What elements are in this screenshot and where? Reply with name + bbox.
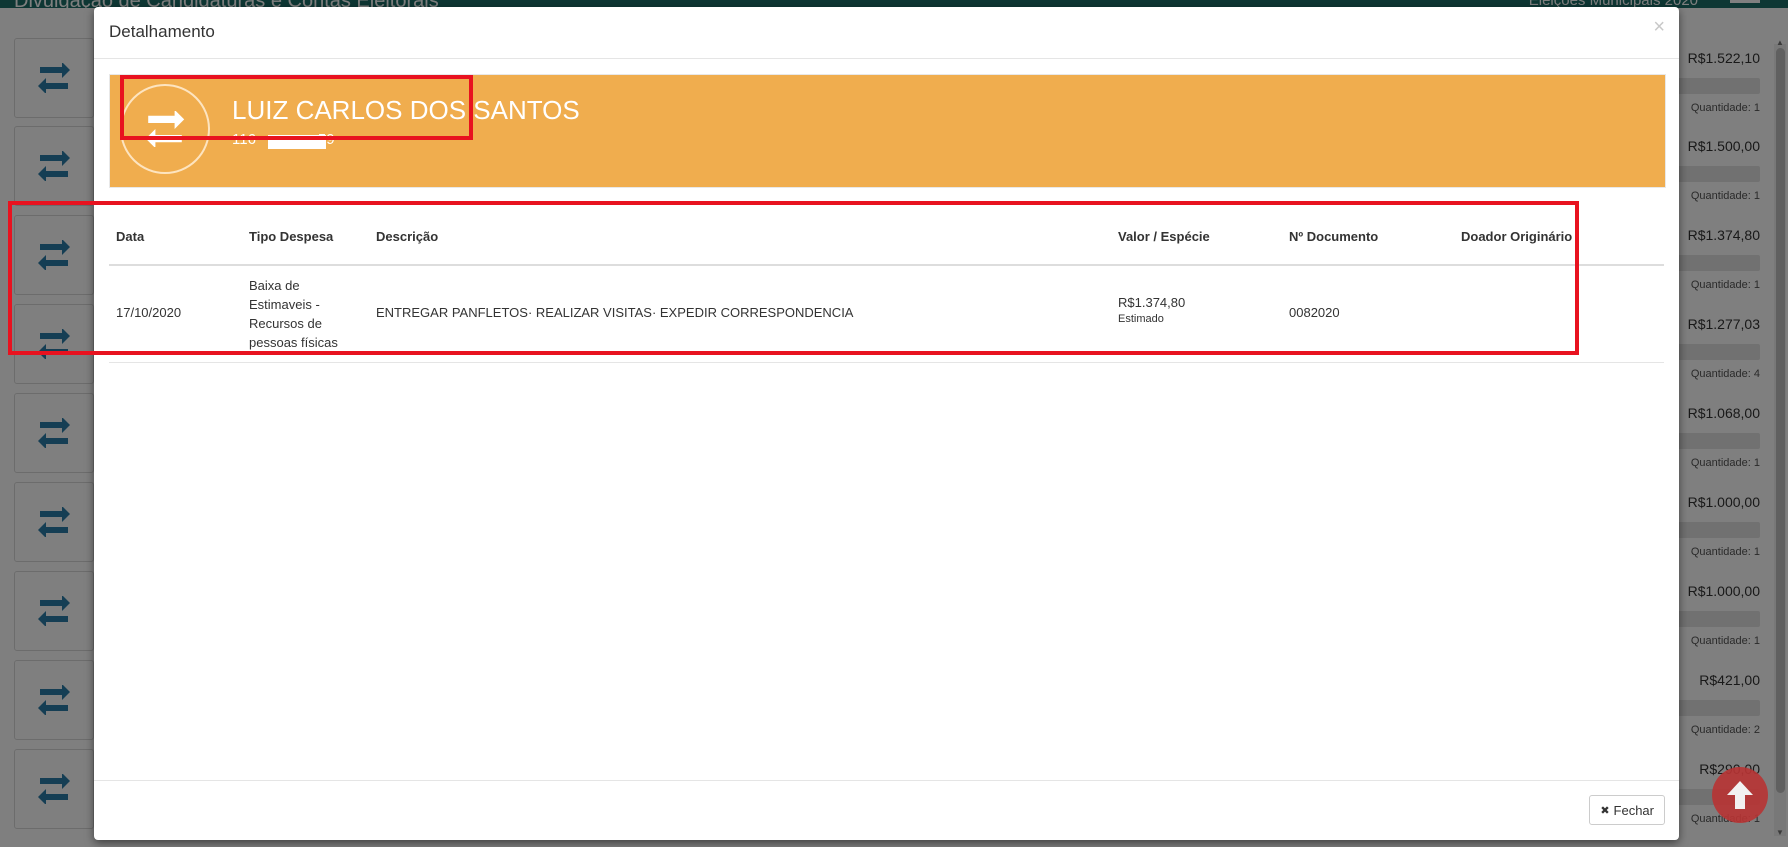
modal-header: Detalhamento × <box>94 7 1679 59</box>
fechar-button[interactable]: ✖ Fechar <box>1589 795 1665 825</box>
close-icon[interactable]: × <box>1653 17 1665 37</box>
modal-title: Detalhamento <box>109 22 215 41</box>
close-icon: ✖ <box>1600 804 1610 817</box>
modal-footer: ✖ Fechar <box>94 780 1679 841</box>
arrow-up-icon <box>1727 781 1753 809</box>
highlight-box-name <box>120 75 473 140</box>
scroll-to-top-button[interactable] <box>1712 767 1768 823</box>
fechar-label: Fechar <box>1613 802 1654 818</box>
highlight-box-table <box>8 201 1579 355</box>
